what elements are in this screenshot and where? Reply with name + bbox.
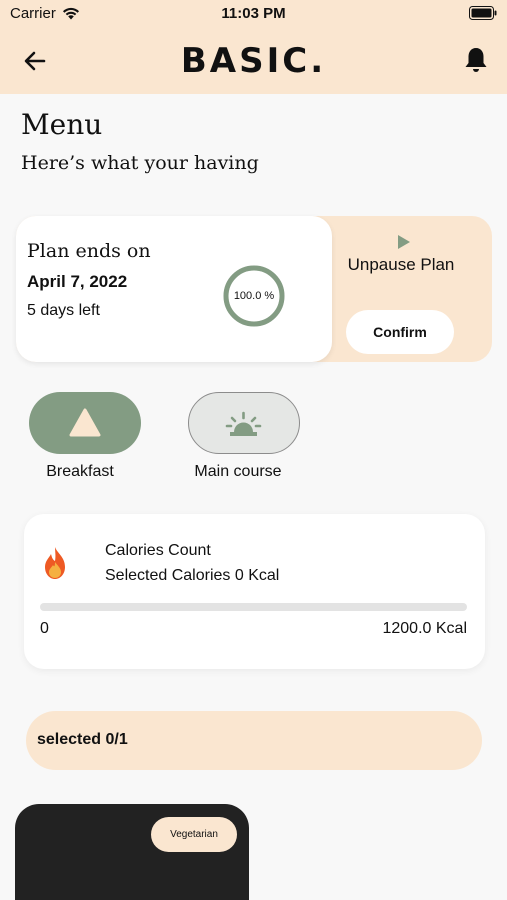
food-item-card[interactable]: Vegetarian [15, 804, 249, 900]
battery-icon [469, 6, 497, 20]
bell-icon[interactable] [463, 46, 489, 74]
flame-icon [45, 547, 65, 579]
vegetarian-tag: Vegetarian [151, 817, 237, 852]
sunrise-icon [225, 411, 262, 436]
play-icon[interactable] [396, 234, 412, 250]
plan-end-date: April 7, 2022 [27, 272, 128, 291]
calories-max-label: 1200.0 Kcal [382, 620, 467, 637]
plan-label: Plan ends on [27, 240, 151, 262]
selection-counter-text: selected 0/1 [37, 731, 128, 748]
status-time: 11:03 PM [221, 5, 286, 22]
plan-days-left: 5 days left [27, 302, 100, 319]
app-header: BASIC. [0, 28, 507, 94]
unpause-plan-label[interactable]: Unpause Plan [347, 255, 455, 275]
plan-progress-label: 100.0 % [233, 290, 275, 302]
category-breakfast-button[interactable] [29, 392, 141, 454]
page-subtitle: Here’s what your having [21, 152, 259, 174]
calories-min-label: 0 [40, 620, 49, 637]
calories-title: Calories Count [105, 542, 211, 559]
page-title: Menu [21, 108, 103, 141]
calories-progress-bar [40, 603, 467, 611]
plan-card: Plan ends on April 7, 2022 5 days left 1… [16, 216, 332, 362]
plan-panel: Plan ends on April 7, 2022 5 days left 1… [16, 216, 492, 362]
breakfast-icon [69, 408, 101, 437]
confirm-button[interactable]: Confirm [346, 310, 454, 354]
selection-counter-bar: selected 0/1 [26, 711, 482, 770]
category-main-course-label[interactable]: Main course [168, 463, 308, 481]
category-main-course-button[interactable] [188, 392, 300, 454]
brand-logo: BASIC. [180, 41, 327, 81]
calories-selected: Selected Calories 0 Kcal [105, 567, 280, 584]
status-bar: Carrier 11:03 PM [0, 0, 507, 28]
category-breakfast-label[interactable]: Breakfast [10, 463, 150, 481]
calories-card: Calories Count Selected Calories 0 Kcal … [24, 514, 485, 669]
